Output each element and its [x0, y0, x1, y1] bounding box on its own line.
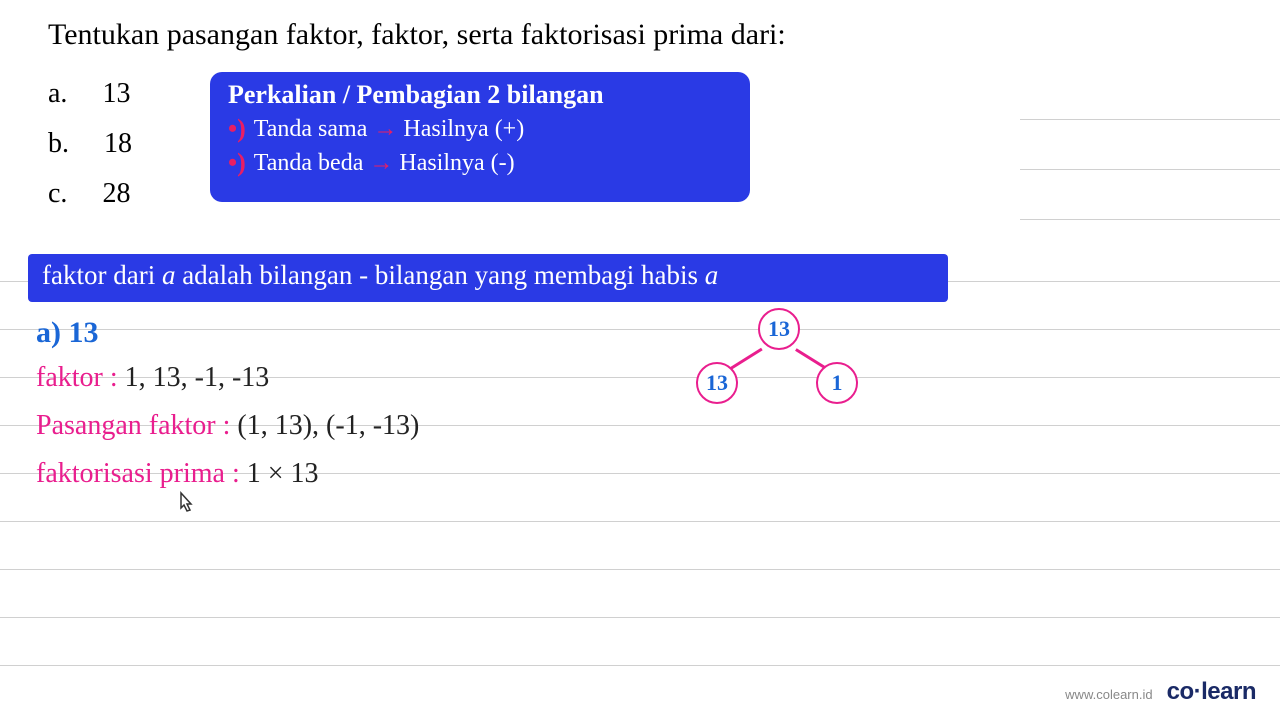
option-c-letter: c. — [48, 178, 67, 209]
arrow-icon: → — [373, 116, 397, 143]
faktorisasi-prima-line: faktorisasi prima : 1 × 13 — [36, 458, 319, 490]
option-c-number: 28 — [102, 178, 130, 210]
option-a-number: 13 — [102, 78, 130, 110]
faktor-line: faktor : 1, 13, -1, -13 — [36, 362, 269, 394]
pasangan-faktor-line: Pasangan faktor : (1, 13), (-1, -13) — [36, 410, 419, 442]
rule-line-2: •) Tanda beda → Hasilnya (-) — [228, 148, 732, 178]
footer-url: www.colearn.id — [1065, 687, 1152, 702]
rule-1-cond: Tanda sama — [254, 116, 368, 143]
logo-co: co — [1167, 678, 1194, 705]
rule-2-cond: Tanda beda — [254, 150, 364, 177]
option-a-letter: a. — [48, 78, 67, 109]
footer: www.colearn.id co·learn — [1065, 678, 1256, 706]
tree-node-root: 13 — [758, 308, 800, 350]
tree-node-right: 1 — [816, 362, 858, 404]
rule-line-1: •) Tanda sama → Hasilnya (+) — [228, 114, 732, 144]
faktor-label: faktor : — [36, 362, 118, 393]
factor-tree: 13 13 1 — [680, 308, 880, 428]
cursor-icon — [175, 490, 197, 522]
def-var1: a — [162, 260, 176, 290]
logo-dot: · — [1194, 678, 1202, 705]
rule-2-result: Hasilnya (-) — [399, 150, 514, 177]
option-b-letter: b. — [48, 128, 69, 159]
pasangan-values: (1, 13), (-1, -13) — [230, 410, 419, 441]
answer-a-heading: a) 13 — [36, 316, 99, 350]
arrow-icon: → — [369, 150, 393, 177]
rule-box-title: Perkalian / Pembagian 2 bilangan — [228, 80, 732, 110]
rule-box: Perkalian / Pembagian 2 bilangan •) Tand… — [210, 72, 750, 202]
faktorisasi-label: faktorisasi prima : — [36, 458, 240, 489]
option-a: a. 13 — [48, 78, 130, 110]
definition-bar: faktor dari a adalah bilangan - bilangan… — [28, 254, 948, 302]
faktorisasi-values: 1 × 13 — [240, 458, 319, 489]
ruled-lines-right — [1020, 70, 1280, 220]
bullet-icon: •) — [228, 148, 246, 178]
bullet-icon: •) — [228, 114, 246, 144]
option-b: b. 18 — [48, 128, 132, 160]
rule-1-result: Hasilnya (+) — [403, 116, 524, 143]
pasangan-label: Pasangan faktor : — [36, 410, 230, 441]
question-title: Tentukan pasangan faktor, faktor, serta … — [48, 18, 786, 52]
colearn-logo: co·learn — [1167, 678, 1256, 706]
def-var2: a — [705, 260, 719, 290]
option-c: c. 28 — [48, 178, 130, 210]
def-pre: faktor dari — [42, 260, 162, 290]
faktor-values: 1, 13, -1, -13 — [118, 362, 270, 393]
option-b-number: 18 — [104, 128, 132, 160]
logo-learn: learn — [1201, 678, 1256, 705]
def-mid: adalah bilangan - bilangan yang membagi … — [175, 260, 704, 290]
tree-node-left: 13 — [696, 362, 738, 404]
